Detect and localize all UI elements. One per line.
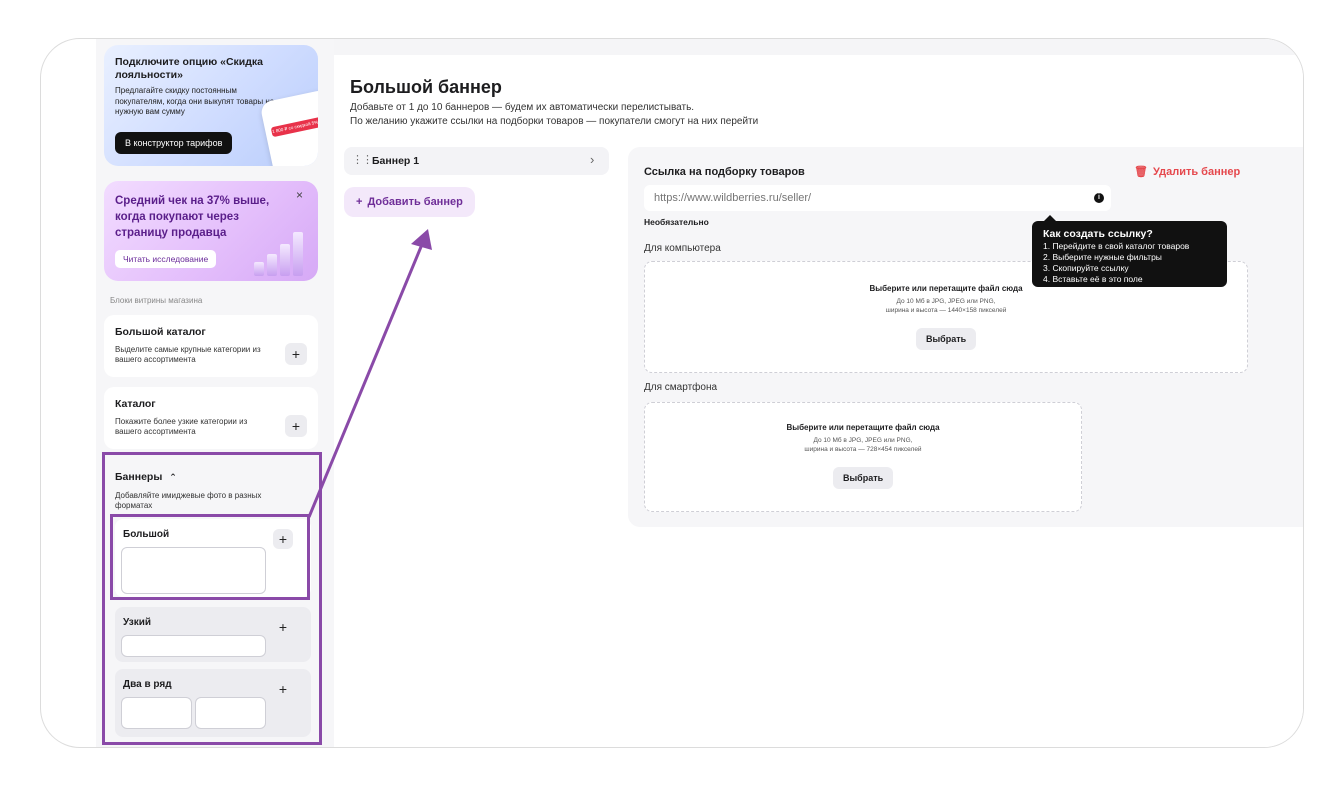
promo-research-card[interactable]: Средний чек на 37% выше, когда покупают … [104,181,318,281]
block-description: Покажите более узкие категории из вашего… [115,417,248,436]
promo-loyalty-card[interactable]: Подключите опцию «Скидка лояльности» Пре… [104,45,318,166]
desktop-label: Для компьютера [644,243,721,254]
trash-icon: 🗑 [1134,166,1148,178]
tooltip-step: 1. Перейдите в свой каталог товаров [1043,241,1190,251]
block-description: Выделите самые крупные категории из ваше… [115,345,261,364]
block-big-catalog[interactable]: Большой каталог Выделите самые крупные к… [104,315,318,377]
link-help-tooltip: Как создать ссылку? 1. Перейдите в свой … [1032,215,1227,287]
promo-research-title: Средний чек на 37% выше, когда покупают … [115,195,270,239]
tariff-constructor-button[interactable]: В конструктор тарифов [115,132,233,154]
close-icon[interactable]: × [296,188,303,202]
add-catalog-button[interactable]: + [285,415,307,437]
tooltip-heading: Как создать ссылку? [1043,228,1153,240]
optional-hint: Необязательно [644,217,709,227]
choose-file-button[interactable]: Выбрать [833,467,894,489]
phone-price-tag: 1 800 ₽ со скидкой 5% + [270,116,318,138]
tooltip-step: 2. Выберите нужные фильтры [1043,252,1162,262]
plus-icon: + [356,196,363,208]
info-icon[interactable]: i [1094,193,1104,203]
page-title: Большой баннер [350,77,502,97]
banner-settings-panel: Ссылка на подборку товаров 🗑 Удалить банн… [628,147,1303,527]
app-frame: Подключите опцию «Скидка лояльности» Пре… [40,38,1304,748]
block-catalog[interactable]: Каталог Покажите более узкие категории и… [104,387,318,449]
mobile-dropzone[interactable]: Выберите или перетащите файл сюда До 10 … [644,402,1082,512]
page-subtitle: Добавьте от 1 до 10 баннеров — будем их … [350,101,830,129]
chevron-right-icon: › [590,152,595,167]
tooltip-step: 4. Вставьте её в это поле [1043,274,1143,284]
link-title: Ссылка на подборку товаров [644,166,805,178]
dropzone-size: ширина и высота — 1440×158 пикселей [885,307,1007,314]
link-input[interactable] [644,185,1111,211]
delete-banner-label: Удалить баннер [1152,166,1241,178]
banner-item-label: Баннер 1 [372,155,420,167]
section-label: Блоки витрины магазина [110,296,203,305]
block-title: Большой каталог [115,326,206,338]
dropzone-heading: Выберите или перетащите файл сюда [786,423,940,432]
dropzone-formats: До 10 Мб в JPG, JPEG или PNG, [813,437,913,444]
main-content: Большой баннер Добавьте от 1 до 10 банне… [334,39,1303,747]
dropzone-formats: До 10 Мб в JPG, JPEG или PNG, [896,298,996,305]
add-big-catalog-button[interactable]: + [285,343,307,365]
delete-banner-button[interactable]: 🗑 Удалить баннер [1134,165,1240,178]
dropzone-size: ширина и высота — 728×454 пикселей [804,446,922,453]
highlight-big-banner [110,514,310,600]
tooltip-steps: 1. Перейдите в свой каталог товаров 2. В… [1043,241,1189,285]
top-bar [334,39,1303,55]
tooltip-step: 3. Скопируйте ссылку [1043,263,1129,273]
promo-loyalty-description: Предлагайте скидку постоянным покупателя… [115,86,275,116]
mobile-label: Для смартфона [644,382,718,393]
subtitle-line-1: Добавьте от 1 до 10 баннеров — будем их … [350,102,695,113]
subtitle-line-2: По желанию укажите ссылки на подборки то… [350,116,759,127]
promo-loyalty-title: Подключите опцию «Скидка лояльности» [115,56,263,81]
add-banner-button[interactable]: + Добавить баннер [344,187,475,217]
add-banner-label: Добавить баннер [367,196,463,208]
banner-list-item[interactable]: ⋮⋮ Баннер 1 › [344,147,609,175]
choose-file-button[interactable]: Выбрать [916,328,977,350]
block-title: Каталог [115,398,156,410]
drag-handle-icon[interactable]: ⋮⋮ [352,153,373,166]
read-research-button[interactable]: Читать исследование [115,250,217,268]
